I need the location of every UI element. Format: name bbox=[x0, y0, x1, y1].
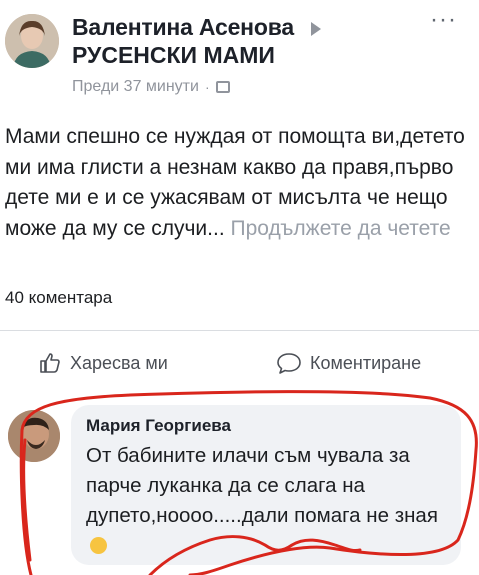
smile-emoji-icon bbox=[90, 537, 107, 554]
like-label: Харесва ми bbox=[70, 352, 168, 373]
author-avatar[interactable] bbox=[5, 14, 59, 68]
post-card: Валентина Асенова РУСЕНСКИ МАМИ ··· Пред… bbox=[0, 0, 479, 575]
commenter-avatar[interactable] bbox=[8, 410, 60, 462]
post-body: Мами спешно се нуждая от помощта ви,дете… bbox=[5, 122, 467, 244]
like-thumb-icon bbox=[40, 353, 60, 373]
comment-bubble-icon bbox=[277, 353, 301, 374]
meta-separator: · bbox=[204, 79, 210, 95]
comment-label: Коментиране bbox=[310, 352, 422, 373]
comment-button[interactable]: Коментиране bbox=[276, 351, 421, 375]
post-time[interactable]: Преди 37 минути bbox=[72, 78, 199, 96]
more-options-icon[interactable]: ··· bbox=[430, 6, 457, 34]
post-meta: Преди 37 минути · bbox=[72, 78, 230, 96]
group-name[interactable]: РУСЕНСКИ МАМИ bbox=[72, 42, 275, 69]
group-icon bbox=[215, 81, 230, 93]
play-arrow-icon bbox=[311, 22, 321, 36]
comment-text-wrap: От бабините илачи съм чувала за парче лу… bbox=[86, 441, 456, 561]
comment-text: От бабините илачи съм чувала за парче лу… bbox=[86, 444, 438, 527]
comments-count[interactable]: 40 коментара bbox=[5, 288, 112, 308]
divider bbox=[0, 330, 479, 331]
commenter-name[interactable]: Мария Георгиева bbox=[86, 416, 231, 436]
post-author[interactable]: Валентина Асенова bbox=[72, 14, 294, 41]
continue-reading-link[interactable]: Продължете да четете bbox=[231, 217, 451, 240]
like-button[interactable]: Харесва ми bbox=[38, 351, 168, 375]
